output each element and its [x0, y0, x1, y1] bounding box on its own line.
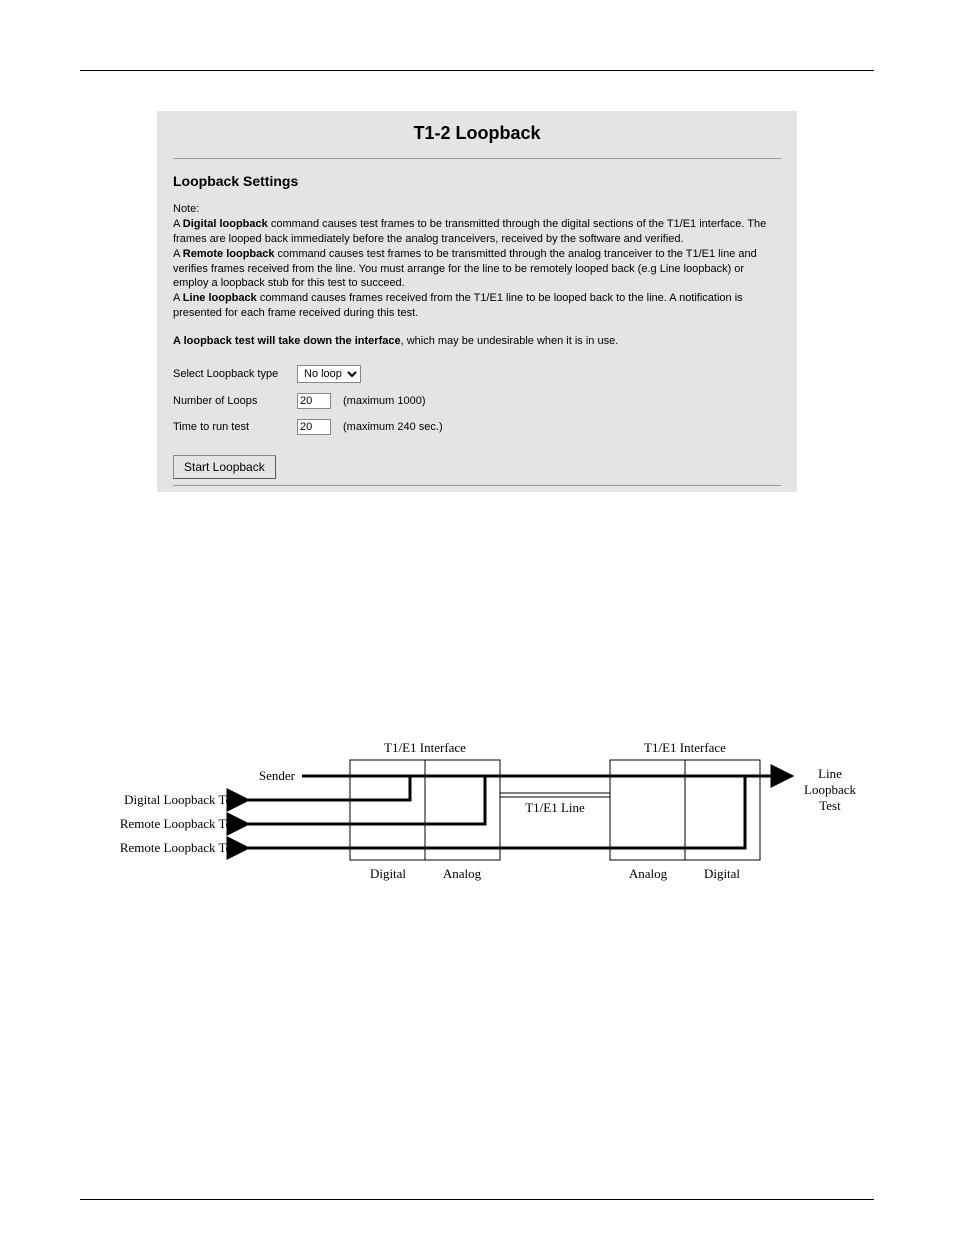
warning-tail: , which may be undesirable when it is in…: [401, 335, 619, 347]
diag-if-right: T1/E1 Interface: [620, 740, 750, 756]
panel-divider-top: [173, 158, 781, 159]
section-heading: Loopback Settings: [173, 173, 781, 189]
note-bold-digital: Digital loopback: [183, 218, 268, 230]
label-loopback-type: Select Loopback type: [173, 368, 291, 380]
note-bold-line: Line loopback: [183, 292, 257, 304]
panel-title: T1-2 Loopback: [157, 111, 797, 152]
suffix-loops: (maximum 1000): [343, 395, 426, 407]
diag-if-left: T1/E1 Interface: [360, 740, 490, 756]
row-loopback-type: Select Loopback type No loop: [173, 365, 781, 383]
diag-digital-l: Digital: [358, 866, 418, 882]
panel-divider-bottom: [173, 485, 781, 486]
note-label: Note:: [173, 203, 781, 215]
note-body: A Digital loopback command causes test f…: [173, 217, 781, 321]
select-loopback-type[interactable]: No loop: [297, 365, 361, 383]
note-text-3: command causes frames received from the …: [173, 292, 743, 319]
diag-digital-r: Digital: [692, 866, 752, 882]
diag-analog-l: Analog: [432, 866, 492, 882]
start-loopback-button[interactable]: Start Loopback: [173, 455, 276, 479]
diag-t1e1-line: T1/E1 Line: [520, 800, 590, 816]
row-number-of-loops: Number of Loops (maximum 1000): [173, 393, 781, 409]
loopback-panel: T1-2 Loopback Loopback Settings Note: A …: [157, 111, 797, 492]
note-bold-remote: Remote loopback: [183, 248, 275, 260]
loopback-diagram: T1/E1 Interface T1/E1 Interface Sender D…: [80, 730, 874, 910]
input-time-to-run[interactable]: [297, 419, 331, 435]
top-rule: [80, 70, 874, 71]
warning-bold: A loopback test will take down the inter…: [173, 335, 401, 347]
diag-analog-r: Analog: [618, 866, 678, 882]
diag-remote-test-1: Remote Loopback Test: [98, 816, 240, 832]
diag-line-test: Line Loopback Test: [800, 766, 860, 814]
suffix-time: (maximum 240 sec.): [343, 421, 443, 433]
diag-sender: Sender: [140, 768, 295, 784]
label-number-of-loops: Number of Loops: [173, 395, 291, 407]
warning-text: A loopback test will take down the inter…: [173, 335, 781, 347]
diag-remote-test-2: Remote Loopback Test: [98, 840, 240, 856]
row-time-to-run: Time to run test (maximum 240 sec.): [173, 419, 781, 435]
input-number-of-loops[interactable]: [297, 393, 331, 409]
label-time-to-run: Time to run test: [173, 421, 291, 433]
diag-digital-test: Digital Loopback Test: [98, 792, 240, 808]
bottom-rule: [80, 1199, 874, 1200]
